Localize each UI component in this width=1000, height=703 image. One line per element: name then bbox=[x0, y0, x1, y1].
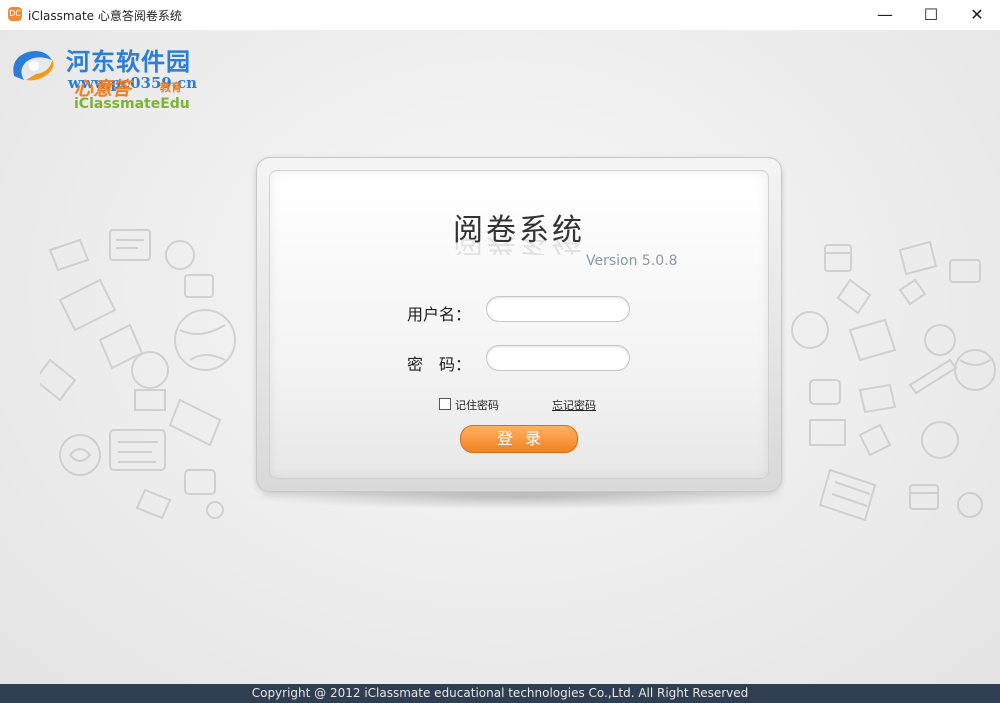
brand-name-en: iClassmateEdu bbox=[74, 96, 190, 112]
checkbox-box-icon[interactable] bbox=[439, 398, 451, 410]
copyright-footer: Copyright @ 2012 iClassmate educational … bbox=[0, 684, 1000, 703]
username-input[interactable] bbox=[486, 296, 630, 322]
brand-logo: 心意答 教育 iClassmateEdu bbox=[74, 74, 204, 114]
login-button[interactable]: 登录 bbox=[460, 425, 578, 453]
password-label: 密 码： bbox=[407, 355, 472, 374]
login-panel-inner: 阅卷系统 阅卷系统 Version 5.0.8 用户名： 密 码： 记住密码 忘… bbox=[269, 170, 769, 479]
left-doodle-decoration bbox=[40, 229, 236, 520]
version-label: Version 5.0.8 bbox=[586, 253, 678, 269]
remember-password-label: 记住密码 bbox=[455, 399, 499, 412]
minimize-button[interactable]: — bbox=[862, 0, 908, 30]
right-doodle-decoration bbox=[791, 240, 996, 522]
app-icon: DC bbox=[8, 7, 22, 21]
close-button[interactable]: ✕ bbox=[954, 0, 1000, 30]
login-background: 河东软件园 www.pc0359.cn 心意答 教育 iClassmateEdu bbox=[0, 30, 1000, 684]
watermark-site-name: 河东软件园 bbox=[66, 47, 191, 76]
password-input[interactable] bbox=[486, 345, 630, 371]
watermark-logo-icon bbox=[13, 51, 54, 81]
username-label: 用户名： bbox=[407, 305, 472, 324]
window-titlebar: DC iClassmate 心意答阅卷系统 — ☐ ✕ bbox=[0, 0, 1000, 31]
remember-password-checkbox[interactable]: 记住密码 bbox=[439, 397, 499, 413]
window-title: iClassmate 心意答阅卷系统 bbox=[28, 9, 182, 23]
forgot-password-link[interactable]: 忘记密码 bbox=[552, 397, 596, 413]
login-panel: 阅卷系统 阅卷系统 Version 5.0.8 用户名： 密 码： 记住密码 忘… bbox=[256, 157, 782, 492]
maximize-button[interactable]: ☐ bbox=[908, 0, 954, 30]
brand-sub-cn: 教育 bbox=[160, 81, 182, 94]
system-title-reflection: 阅卷系统 bbox=[453, 237, 585, 255]
